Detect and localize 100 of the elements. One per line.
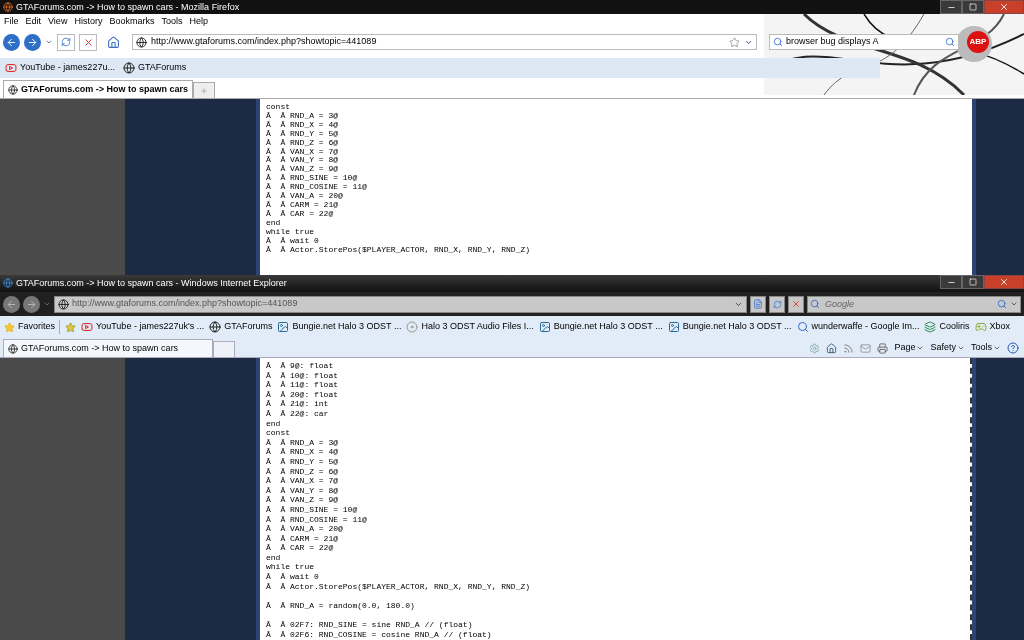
menu-item[interactable]: View	[48, 15, 68, 29]
forward-button[interactable]	[24, 33, 41, 51]
favorite-item[interactable]: Bungie.net Halo 3 ODST ...	[667, 320, 792, 334]
layers-icon	[924, 321, 937, 333]
code-line: Â Â wait 0	[266, 236, 320, 246]
code-line: end	[266, 218, 282, 228]
code-line: const	[266, 103, 291, 112]
search-field[interactable]: Google	[807, 295, 1021, 313]
maximize-button[interactable]	[962, 0, 984, 14]
reload-button[interactable]	[57, 33, 75, 51]
globe-icon	[58, 298, 69, 310]
code-line: end	[266, 418, 282, 429]
window-title: GTAForums.com -> How to spawn cars - Mozilla Firefox	[16, 1, 240, 14]
favorite-item[interactable]: wunderwaffe - Google Im...	[796, 320, 920, 334]
address-bar[interactable]: http://www.gtaforums.com/index.php?showtopic=441089	[54, 295, 747, 313]
reload-icon	[61, 37, 71, 47]
close-icon	[999, 277, 1009, 287]
favorites-button[interactable]: Favorites	[4, 320, 60, 334]
compatibility-button[interactable]	[750, 295, 766, 313]
bookmark-item[interactable]: GTAForums	[122, 61, 187, 75]
bookmark-item[interactable]: YouTube - james227u...	[5, 61, 115, 75]
history-dropdown-icon[interactable]	[45, 38, 53, 46]
globe-icon	[122, 62, 135, 74]
back-button[interactable]	[3, 295, 20, 313]
search-engine-icon	[773, 37, 783, 47]
code-line: Â Â VAN_Y = 8@	[266, 156, 339, 165]
maximize-icon	[969, 3, 977, 11]
command-menu[interactable]: Page	[894, 341, 925, 355]
code-line: Â Â RND_A = random(0.0, 180.0)	[266, 600, 416, 611]
close-button[interactable]	[984, 0, 1024, 14]
menu-item[interactable]: File	[4, 15, 19, 29]
bookmark-star-icon[interactable]	[729, 36, 740, 48]
favorite-item[interactable]: YouTube - james227uk's ...	[81, 320, 205, 334]
stop-button[interactable]	[788, 295, 804, 313]
add-favorite-icon[interactable]	[65, 321, 76, 333]
menu-item[interactable]: Bookmarks	[109, 15, 155, 29]
code-line: Â Â RND_Z = 6@	[266, 138, 339, 148]
caret-icon	[957, 344, 965, 352]
code-line: Â Â RND_A = 3@	[266, 437, 339, 448]
code-line: Â Â 22@: car	[266, 408, 330, 419]
back-button[interactable]	[3, 33, 20, 51]
code-line: Â Â Actor.StorePos($PLAYER_ACTOR, RND_X, RND_Y, RND_Z)	[266, 581, 532, 592]
image-icon	[667, 321, 680, 333]
page-icon	[753, 299, 763, 309]
menu-item[interactable]: History	[74, 15, 103, 29]
maximize-button[interactable]	[962, 275, 984, 289]
feed-icon[interactable]	[843, 342, 855, 354]
home-icon[interactable]	[107, 35, 120, 49]
favorite-item[interactable]: Cooliris	[924, 320, 970, 334]
video-icon	[5, 62, 17, 74]
window-title: GTAForums.com -> How to spawn cars - Windows Internet Explorer	[16, 277, 287, 290]
refresh-button[interactable]	[769, 295, 785, 313]
favorite-item[interactable]: Bungie.net Halo 3 ODST ...	[277, 320, 402, 334]
image-icon	[538, 321, 551, 333]
code-line: Â Â VAN_A = 20@	[266, 524, 344, 534]
forward-arrow-icon	[26, 298, 37, 310]
home-icon[interactable]	[826, 342, 838, 354]
minimize-button[interactable]	[940, 0, 962, 14]
browser-icon	[3, 2, 13, 12]
favorite-item[interactable]: Bungie.net Halo 3 ODST ...	[538, 320, 663, 334]
favorite-item[interactable]: GTAForums	[209, 320, 273, 334]
close-button[interactable]	[984, 275, 1024, 289]
code-line: Â Â 02F6: RND_COSINE = cosine RND_A // (float)	[266, 629, 493, 640]
code-line: Â Â CARM = 21@	[266, 533, 339, 544]
forward-button[interactable]	[23, 295, 40, 313]
code-line: Â Â RND_Y = 5@	[266, 456, 339, 467]
code-line: Â Â wait 0	[266, 572, 320, 582]
menu-item[interactable]: Edit	[25, 15, 42, 29]
back-arrow-icon	[6, 36, 17, 48]
address-bar[interactable]: http://www.gtaforums.com/index.php?showtopic=441089	[132, 34, 757, 50]
favorite-item[interactable]: Halo 3 ODST Audio Files I...	[406, 320, 534, 334]
image-icon	[277, 321, 290, 333]
print-icon[interactable]	[877, 342, 889, 354]
code-line: Â Â VAN_Y = 8@	[266, 485, 339, 496]
new-tab-button[interactable]	[193, 82, 216, 98]
browser-tab[interactable]: GTAForums.com -> How to spawn cars	[3, 339, 213, 357]
code-line: Â Â 20@: float	[266, 389, 339, 400]
help-icon[interactable]	[1007, 342, 1019, 354]
forward-arrow-icon	[27, 36, 38, 48]
command-menu[interactable]: Safety	[930, 341, 965, 355]
history-dropdown-icon[interactable]	[43, 300, 51, 308]
code-line: end	[266, 552, 282, 563]
new-tab-button[interactable]	[213, 341, 235, 357]
stop-icon	[791, 299, 801, 309]
disc-icon	[406, 321, 419, 333]
code-line: Â Â RND_SINE = 10@	[266, 174, 359, 183]
menu-item[interactable]: Tools	[161, 15, 183, 29]
globe-icon	[209, 321, 222, 333]
browser-tab[interactable]: GTAForums.com -> How to spawn cars	[3, 80, 194, 98]
menu-item[interactable]: Help	[189, 15, 208, 29]
command-menu[interactable]: Tools	[971, 341, 1001, 355]
minimize-button[interactable]	[940, 275, 962, 289]
globe-icon	[8, 84, 18, 95]
video-icon	[81, 321, 93, 333]
favorite-item[interactable]: Xbox	[974, 320, 1010, 334]
back-arrow-icon	[6, 298, 17, 310]
search-field[interactable]: browser bug displays A	[769, 34, 959, 50]
mail-icon[interactable]	[860, 342, 872, 354]
caret-icon	[993, 344, 1001, 352]
code-line: Â Â RND_X = 4@	[266, 447, 339, 457]
